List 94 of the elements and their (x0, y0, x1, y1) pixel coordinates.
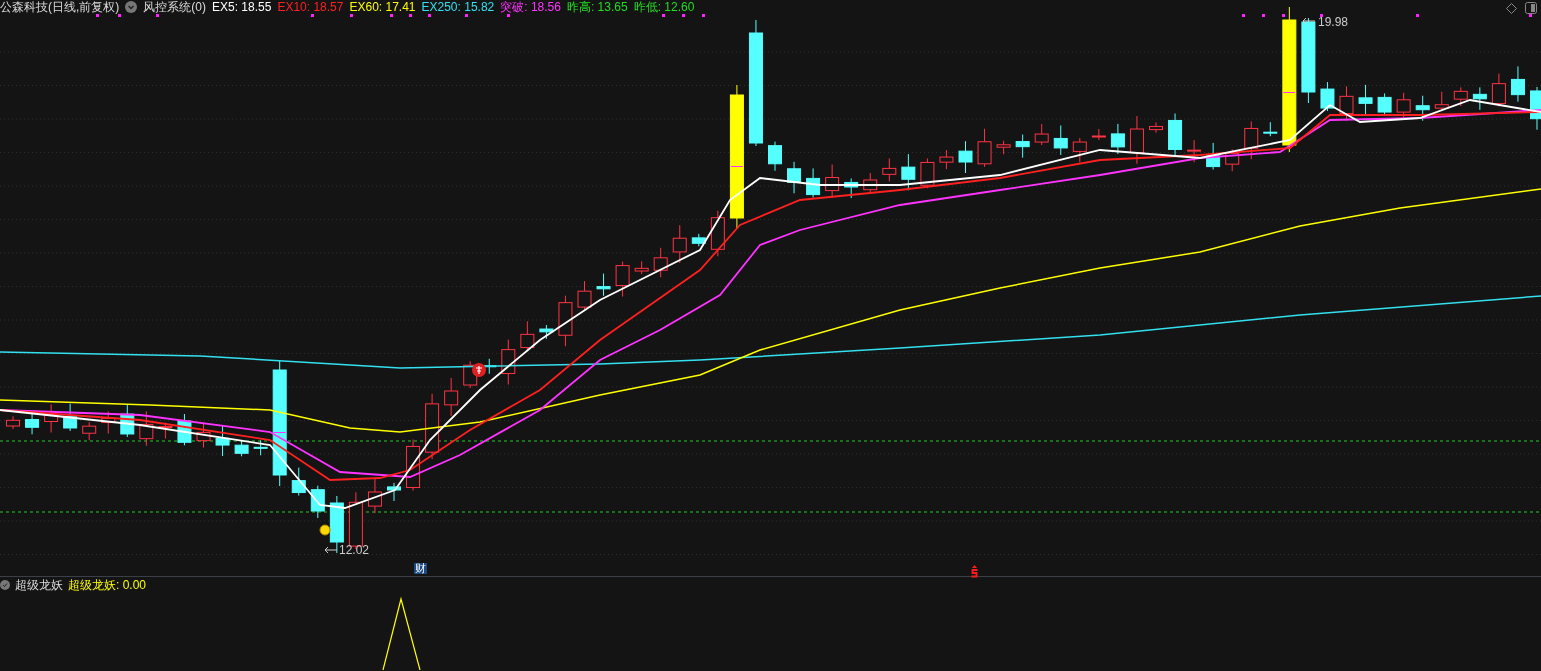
candlestick (444, 377, 459, 417)
candlestick (253, 439, 268, 456)
candlestick (672, 224, 687, 264)
chevron-down-icon[interactable] (125, 1, 138, 13)
legend-value: EX60: 17.41 (349, 1, 416, 13)
candlestick (44, 403, 59, 433)
candlestick (1453, 86, 1468, 107)
indicator-name[interactable]: 风控系统(0) (143, 1, 206, 13)
candlestick (1034, 123, 1049, 146)
legend-value: EX250: 15.82 (421, 1, 495, 13)
stock-title: 公森科技(日线,前复权) (0, 1, 120, 13)
candlestick (101, 410, 116, 435)
candlestick (291, 467, 306, 497)
legend-value: 突破: 18.56 (500, 1, 561, 13)
candlestick (596, 273, 611, 297)
candlestick (310, 485, 325, 519)
candlestick (215, 424, 230, 457)
legend-value: EX10: 18.57 (277, 1, 344, 13)
candlestick (158, 422, 173, 440)
candlestick (558, 295, 573, 347)
candlestick (501, 339, 516, 385)
candlestick (920, 157, 935, 189)
candlestick (82, 421, 97, 441)
candlestick (977, 128, 992, 168)
candlestick (996, 140, 1011, 155)
candlestick (1149, 121, 1163, 134)
legend-value: 昨高: 13.65 (566, 1, 628, 13)
candlestick (1434, 91, 1449, 112)
candlestick (177, 413, 192, 446)
candlestick (139, 410, 154, 447)
candlestick (1091, 128, 1106, 141)
candlestick (1491, 73, 1506, 108)
candlestick (634, 260, 649, 275)
candlestick (425, 393, 440, 460)
diamond-icon[interactable] (1506, 2, 1517, 14)
candlestick (25, 412, 40, 435)
candlestick (806, 167, 821, 199)
candlestick (367, 478, 382, 514)
buy-signal-icon (472, 363, 486, 377)
candlestick (1510, 65, 1525, 103)
low-price-label: 12.02 (339, 544, 370, 556)
indicator-reading: 超级龙妖: 0.00 (68, 579, 147, 591)
candlestick (234, 440, 249, 457)
candlestick (787, 161, 802, 194)
candlestick (768, 141, 782, 172)
candlestick (520, 320, 535, 352)
panel-toggle-icon[interactable] (1525, 2, 1537, 14)
signal-dot-icon (319, 524, 331, 536)
candlestick (577, 280, 592, 311)
candlestick (387, 482, 401, 502)
legend-value: 昨低: 12.60 (633, 1, 695, 13)
candlestick (63, 403, 78, 432)
candlestick (1015, 134, 1030, 159)
candlestick (653, 247, 668, 278)
candlestick (1129, 115, 1144, 165)
candlestick (1396, 92, 1411, 120)
candlestick (615, 261, 630, 298)
candlestick (958, 140, 973, 174)
candlestick (1168, 112, 1183, 157)
candlestick (1339, 85, 1354, 122)
dollar-marker-icon[interactable] (970, 565, 979, 578)
candlestick (1187, 139, 1202, 163)
candlestick (120, 403, 135, 438)
candlestick (863, 172, 878, 194)
candlestick (882, 157, 897, 182)
candlestick (1206, 142, 1221, 171)
legend-value: EX5: 18.55 (212, 1, 272, 13)
candlestick (1320, 81, 1335, 112)
candlestick (691, 233, 706, 247)
candlestick (539, 324, 554, 340)
candlestick (844, 177, 859, 199)
candlestick (1530, 86, 1541, 131)
candlestick (1225, 148, 1240, 172)
high-price-label: 19.98 (1318, 16, 1349, 28)
arrow-left-icon (324, 546, 338, 554)
candlestick (1110, 123, 1125, 155)
candlestick (1053, 124, 1068, 156)
candlestick (1377, 92, 1392, 116)
indicator-name[interactable]: 超级龙妖 (15, 579, 63, 591)
candlestick (825, 164, 840, 199)
candlestick (1415, 95, 1430, 122)
candlestick (1244, 120, 1259, 160)
candlestick (901, 153, 916, 191)
candlestick (1358, 84, 1373, 115)
candlestick (1472, 86, 1487, 111)
check-circle-icon[interactable] (0, 580, 10, 590)
candlestick (939, 149, 954, 170)
candlestick (1263, 121, 1278, 137)
candlestick (6, 415, 20, 430)
candlestick (710, 210, 725, 257)
candlestick (196, 421, 211, 449)
event-marker[interactable]: 财 (414, 563, 427, 574)
candlestick (1072, 137, 1087, 163)
arrow-left-icon (1302, 17, 1316, 25)
